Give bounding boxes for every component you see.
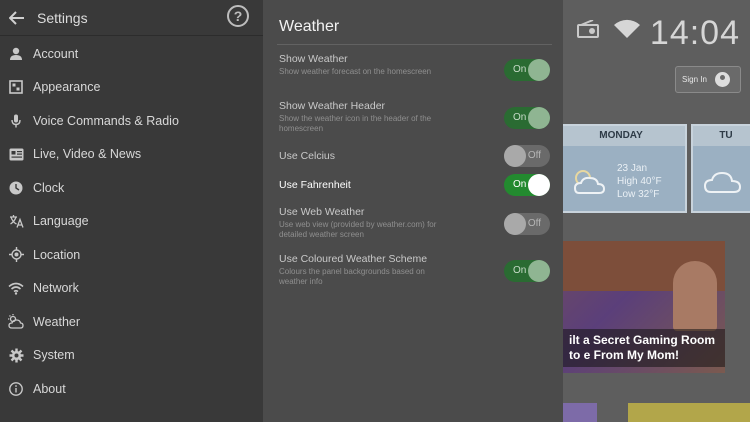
wifi-icon — [8, 280, 24, 296]
setting-use-web-weather[interactable]: Use Web Weather Use web view (provided b… — [279, 206, 554, 240]
toggle-label: On — [513, 265, 527, 276]
weather-card-tuesday[interactable]: TU — [691, 124, 750, 213]
toggle-knob — [528, 174, 550, 196]
menu-item-voice-commands-radio[interactable]: Voice Commands & Radio — [0, 104, 263, 138]
menu-item-label: Location — [33, 247, 81, 262]
gear-icon — [8, 347, 24, 363]
weather-settings-panel: Weather Show Weather Show weather foreca… — [263, 0, 563, 422]
menu-item-label: Account — [33, 46, 79, 61]
help-icon[interactable]: ? — [227, 5, 249, 27]
use-web-weather-toggle[interactable]: Off — [504, 213, 550, 235]
weather-card-monday[interactable]: MONDAY 23 Jan High 40°F Low 32°F — [555, 124, 687, 213]
menu-item-appearance[interactable]: Appearance — [0, 71, 263, 105]
toggle-label: On — [513, 112, 527, 123]
tile-purple[interactable] — [563, 403, 597, 422]
menu-item-live-video-news[interactable]: Live, Video & News — [0, 138, 263, 172]
weather-icon — [8, 314, 24, 330]
use-fahrenheit-toggle[interactable]: On — [504, 174, 550, 196]
toggle-label: On — [513, 64, 527, 75]
menu-item-about[interactable]: About — [0, 372, 263, 406]
forecast-low: Low 32°F — [617, 189, 660, 200]
use-celcius-toggle[interactable]: Off — [504, 145, 550, 167]
sign-in-button[interactable]: Sign In — [675, 66, 741, 93]
news-icon — [8, 146, 24, 162]
sign-in-label: Sign In — [682, 75, 707, 84]
setting-description: Show the weather icon in the header of t… — [279, 114, 432, 133]
menu-item-label: Live, Video & News — [33, 147, 142, 162]
avatar-icon — [714, 72, 730, 87]
menu-item-label: Voice Commands & Radio — [33, 113, 179, 128]
settings-menu-list: Account Appearance Voice Commands & Radi… — [0, 36, 263, 406]
menu-item-clock[interactable]: Clock — [0, 171, 263, 205]
divider — [277, 44, 552, 45]
toggle-knob — [528, 260, 550, 282]
toggle-knob — [504, 213, 526, 235]
forecast-text: 23 Jan High 40°F Low 32°F — [617, 162, 662, 201]
menu-item-language[interactable]: Language — [0, 205, 263, 239]
panel-title: Weather — [279, 18, 340, 35]
weather-card-day: TU — [693, 126, 750, 146]
show-weather-header-toggle[interactable]: On — [504, 107, 550, 129]
menu-item-label: Network — [33, 281, 79, 296]
microphone-icon — [8, 113, 24, 129]
location-icon — [8, 247, 24, 263]
tile-yellow[interactable] — [628, 403, 750, 422]
wifi-status-icon — [614, 19, 640, 38]
settings-header: Settings — [0, 0, 263, 36]
use-coloured-weather-scheme-toggle[interactable]: On — [504, 260, 550, 282]
back-arrow-icon[interactable] — [9, 10, 25, 25]
menu-item-label: About — [33, 381, 66, 396]
toggle-knob — [528, 59, 550, 81]
menu-item-weather[interactable]: Weather — [0, 305, 263, 339]
status-bar — [553, 18, 641, 40]
toggle-knob — [504, 145, 526, 167]
forecast-high: High 40°F — [617, 176, 662, 187]
person-icon — [8, 46, 24, 62]
menu-item-label: Language — [33, 214, 89, 229]
home-clock: 14:04 — [649, 14, 740, 52]
partly-cloudy-icon — [573, 170, 606, 194]
radio-icon — [577, 20, 599, 38]
show-weather-toggle[interactable]: On — [504, 59, 550, 81]
translate-icon — [8, 213, 24, 229]
news-tile[interactable]: ilt a Secret Gaming Room to e From My Mo… — [563, 241, 725, 373]
settings-menu: Settings ? Account Appearance Voice Comm… — [0, 0, 263, 422]
menu-item-system[interactable]: System — [0, 339, 263, 373]
menu-item-account[interactable]: Account — [0, 37, 263, 71]
menu-item-label: Appearance — [33, 80, 101, 95]
toggle-label: On — [513, 179, 527, 190]
info-icon — [8, 381, 24, 397]
weather-card-day: MONDAY — [557, 126, 685, 146]
setting-show-weather[interactable]: Show Weather Show weather forecast on th… — [279, 53, 554, 81]
toggle-label: Off — [527, 150, 541, 161]
clock-icon — [8, 180, 24, 196]
menu-item-location[interactable]: Location — [0, 238, 263, 272]
setting-description: Use web view (provided by weather.com) f… — [279, 220, 437, 239]
cloud-icon — [703, 171, 742, 193]
appearance-icon — [8, 79, 24, 95]
menu-item-label: Weather — [33, 314, 81, 329]
toggle-label: Off — [527, 218, 541, 229]
settings-title: Settings — [37, 9, 88, 26]
menu-item-label: System — [33, 348, 75, 363]
toggle-knob — [528, 107, 550, 129]
setting-use-celcius[interactable]: Use Celcius Off — [279, 145, 554, 167]
menu-item-network[interactable]: Network — [0, 272, 263, 306]
setting-description: Show weather forecast on the homescreen — [279, 67, 432, 76]
news-caption: ilt a Secret Gaming Room to e From My Mo… — [563, 329, 725, 367]
setting-description: Colours the panel backgrounds based on w… — [279, 267, 425, 286]
setting-use-fahrenheit[interactable]: Use Fahrenheit On — [279, 174, 554, 196]
setting-use-coloured-weather-scheme[interactable]: Use Coloured Weather Scheme Colours the … — [279, 253, 554, 287]
menu-item-label: Clock — [33, 180, 65, 195]
setting-show-weather-header[interactable]: Show Weather Header Show the weather ico… — [279, 100, 554, 134]
forecast-date: 23 Jan — [617, 163, 648, 174]
